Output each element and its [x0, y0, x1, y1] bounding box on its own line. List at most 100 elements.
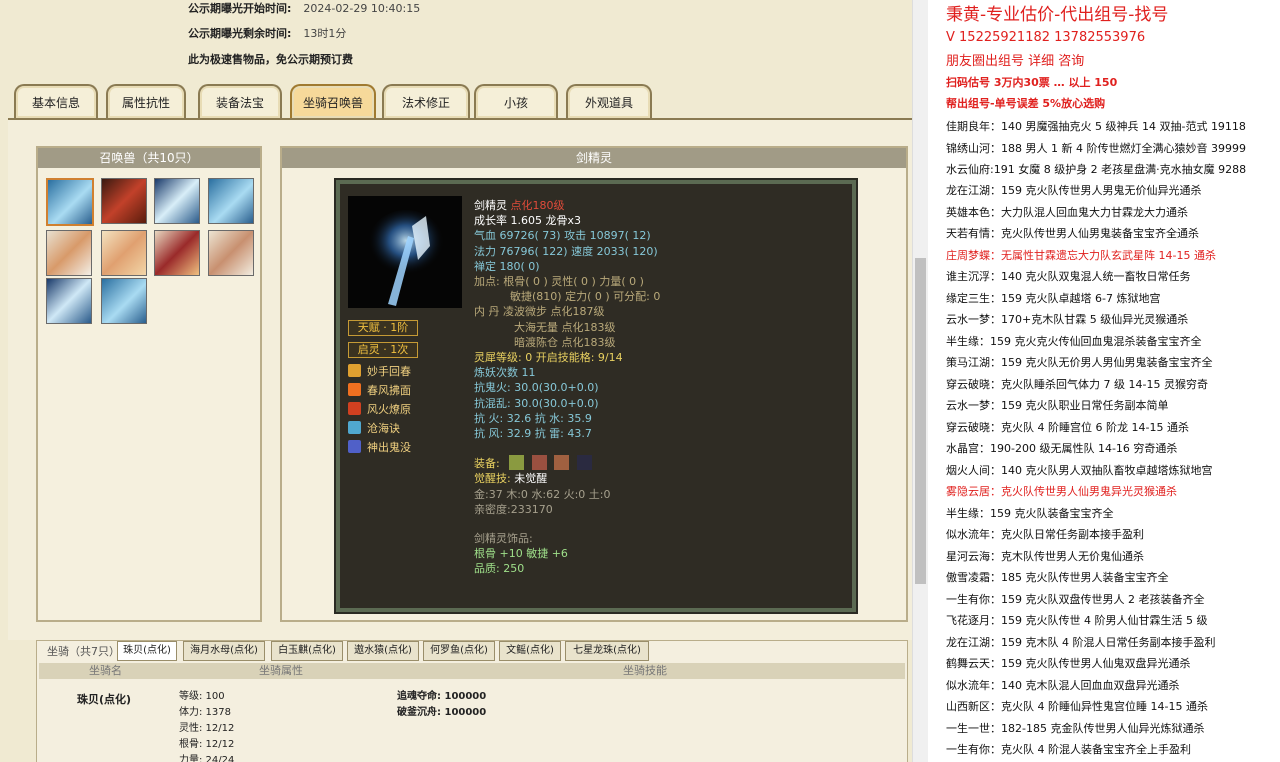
summon-list-title: 召唤兽（共10只） [38, 148, 260, 168]
skill-breeze-icon [348, 383, 361, 396]
mount-tab-1[interactable]: 珠贝(点化) [117, 641, 177, 661]
pet-skill: 沧海诀 [348, 419, 411, 438]
tab-basic-info[interactable]: 基本信息 [14, 84, 98, 118]
pet-thumb-4[interactable] [208, 178, 254, 224]
ad-entry: 谁主沉浮：140 克火队双鬼混人统一畜牧日常任务 [946, 270, 1191, 283]
mount-attr: 等级: 100 [179, 691, 225, 702]
equip-ornament-icon[interactable] [576, 455, 592, 471]
tab-equipment[interactable]: 装备法宝 [198, 84, 282, 118]
pet-thumb-6[interactable] [101, 230, 147, 276]
equip-ring-icon[interactable] [554, 455, 570, 471]
tab-mount-summon[interactable]: 坐骑召唤兽 [290, 84, 376, 118]
pet-wuxing: 金:37 木:0 水:62 火:0 土:0 [474, 487, 611, 501]
mount-tab-3[interactable]: 白玉麒(点化) [271, 641, 343, 661]
pet-attack: 攻击 10897( 12) [564, 229, 651, 243]
pet-qinmi: 亲密度:233170 [474, 502, 553, 516]
pet-resist-2: 抗混乱: 30.0(30.0+0.0) [474, 396, 599, 410]
mount-table-header: 坐骑名 坐骑属性 坐骑技能 [39, 663, 905, 679]
pet-jiadian-2: 敏捷(810) 定力( 0 ) 可分配: 0 [510, 290, 661, 304]
tab-child[interactable]: 小孩 [474, 84, 558, 118]
pet-jiadian-1: 加点: 根骨( 0 ) 灵性( 0 ) 力量( 0 ) [474, 275, 644, 289]
mount-tab-4[interactable]: 遨水猿(点化) [347, 641, 419, 661]
ad-entry: 龙在江湖：159 克火队传世男人男鬼无价仙异光通杀 [946, 184, 1202, 197]
mount-tab-7[interactable]: 七星龙珠(点化) [565, 641, 649, 661]
mount-attr: 力量: 24/24 [179, 755, 235, 762]
pet-thumb-1[interactable] [46, 178, 94, 226]
ad-entry: 似水流年：140 克木队混人回血血双盘异光通杀 [946, 679, 1180, 692]
mount-attrs: 等级: 100 体力: 1378 灵性: 12/12 根骨: 12/12 力量:… [179, 689, 234, 762]
pet-growth: 成长率 1.605 龙骨x3 [474, 214, 581, 228]
pet-hp-row: 气血 69726( 73) 攻击 10897( 12) [474, 228, 660, 243]
pet-thumb-7[interactable] [154, 230, 200, 276]
equip-collar-icon[interactable] [509, 455, 525, 471]
pet-thumb-9[interactable] [46, 278, 92, 324]
mount-attr: 根骨: 12/12 [179, 739, 235, 750]
skill-sea-icon [348, 421, 361, 434]
pet-neidan-2: 大海无量 点化183级 [514, 320, 616, 334]
ad-entry: 星河云海：克木队传世男人无价鬼仙通杀 [946, 550, 1144, 563]
mount-skills: 追魂夺命: 100000 破釜沉舟: 100000 [397, 689, 486, 721]
pet-chan: 禅定 180( 0) [474, 259, 540, 273]
pet-skill-list: 妙手回春 春风拂面 风火燎原 沧海诀 神出鬼没 [348, 362, 411, 457]
mount-tab-6[interactable]: 文鳐(点化) [499, 641, 561, 661]
mount-col-attr: 坐骑属性 [259, 664, 303, 677]
pet-juexing-row: 觉醒技: 未觉醒 [474, 471, 660, 486]
expose-left-value: 13时1分 [303, 27, 347, 40]
expose-start-label: 公示期曝光开始时间: [188, 2, 292, 15]
mount-tab-5[interactable]: 何罗鱼(点化) [423, 641, 495, 661]
skill-heal-icon [348, 364, 361, 377]
ad-entry: 锦绣山河：188 男人 1 新 4 阶传世燃灯全满心猿妙音 39999 [946, 142, 1246, 155]
pet-neidan-row: 内 丹 凌波微步 点化187级 [474, 304, 660, 319]
pet-lingxi: 灵犀等级: 0 开启技能格: 9/14 [474, 351, 623, 365]
ad-entry: 庄周梦蝶：无属性甘霖遗忘大力队玄武星阵 14-15 通杀 [946, 249, 1216, 262]
pet-equip-row: 装备: [474, 455, 660, 471]
awaken-badge: 启灵 · 1次 [348, 342, 418, 358]
pet-speed: 速度 2033( 120) [571, 244, 658, 258]
pet-thumb-8[interactable] [208, 230, 254, 276]
ad-entry: 缘定三生：159 克火队卓越塔 6-7 炼狱地宫 [946, 292, 1161, 305]
pet-skill: 风火燎原 [348, 400, 411, 419]
pet-skill-name: 春风拂面 [367, 384, 411, 397]
pet-neidan-3: 暗渡陈仓 点化183级 [514, 335, 616, 349]
pet-skill: 春风拂面 [348, 381, 411, 400]
pet-skill-name: 妙手回春 [367, 365, 411, 378]
mount-section: 坐骑（共7只） 珠贝(点化) 海月水母(点化) 白玉麒(点化) 遨水猿(点化) … [36, 640, 908, 762]
ad-entry: 穿云破晓：克火队 4 阶睡宫位 6 阶龙 14-15 通杀 [946, 421, 1189, 434]
pet-thumb-5[interactable] [46, 230, 92, 276]
pet-thumb-2[interactable] [101, 178, 147, 224]
ad-entry: 云水一梦：159 克火队职业日常任务副本简单 [946, 399, 1169, 412]
pet-thumb-10[interactable] [101, 278, 147, 324]
ad-entry: 水晶宫：190-200 级无属性队 14-16 穷奇通杀 [946, 442, 1178, 455]
pet-resist-4: 抗 风: 32.9 抗 雷: 43.7 [474, 427, 592, 441]
quick-sale-note: 此为极速售物品，免公示期预订费 [188, 53, 353, 66]
page-scrollbar[interactable] [912, 0, 929, 762]
ad-service: 帮出组号-单号误差 5%放心选购 [946, 97, 1106, 110]
pet-detail-card: 天赋 · 1阶 启灵 · 1次 妙手回春 春风拂面 风火燎原 沧海诀 神出鬼没 … [336, 180, 856, 612]
ad-entry: 雾隐云居：克火队传世男人仙男鬼异光灵猴通杀 [946, 485, 1177, 498]
listing-panel: 公示期曝光开始时间: 2024-02-29 10:40:15 公示期曝光剩余时间:… [0, 0, 912, 762]
ad-entry: 水云仙府:191 女魔 8 级护身 2 老孩星盘满·克水抽女魔 9288 [946, 163, 1247, 176]
pet-portrait [348, 196, 462, 308]
tab-attributes[interactable]: 属性抗性 [106, 84, 186, 118]
ad-entry: 一生有你：克火队 4 阶混人装备宝宝齐全上手盈利 [946, 743, 1191, 756]
mount-attr: 体力: 1378 [179, 707, 231, 718]
scrollbar-thumb[interactable] [915, 258, 926, 584]
pet-lianyao: 炼妖次数 11 [474, 366, 536, 380]
expose-start-row: 公示期曝光开始时间: 2024-02-29 10:40:15 [188, 0, 420, 16]
pet-skill-name: 沧海诀 [367, 422, 400, 435]
pet-detail-box: 剑精灵 天赋 · 1阶 启灵 · 1次 妙手回春 春风拂面 风火燎原 沧海诀 神… [280, 146, 908, 622]
equip-armor-icon[interactable] [531, 455, 547, 471]
pet-thumb-3[interactable] [154, 178, 200, 224]
mount-section-title: 坐骑（共7只） [47, 645, 120, 658]
pet-equip-label: 装备: [474, 457, 500, 471]
pet-neidan-1: 凌波微步 点化187级 [503, 305, 605, 319]
ad-entry: 穿云破晓：克火队睡杀回气体力 7 级 14-15 灵猴穷奇 [946, 378, 1208, 391]
pet-skill-name: 风火燎原 [367, 403, 411, 416]
summon-list-box: 召唤兽（共10只） [36, 146, 262, 622]
ad-entry: 天若有情：克火队传世男人仙男鬼装备宝宝齐全通杀 [946, 227, 1199, 240]
mount-tab-2[interactable]: 海月水母(点化) [183, 641, 265, 661]
tab-appearance[interactable]: 外观道具 [566, 84, 652, 118]
tab-spell-correction[interactable]: 法术修正 [382, 84, 470, 118]
ad-overlay: 秉黄-专业估价-代出组号-找号 V 15225921182 1378255397… [928, 0, 1280, 762]
ad-moments: 朋友圈出组号 详细 咨询 [946, 54, 1085, 69]
